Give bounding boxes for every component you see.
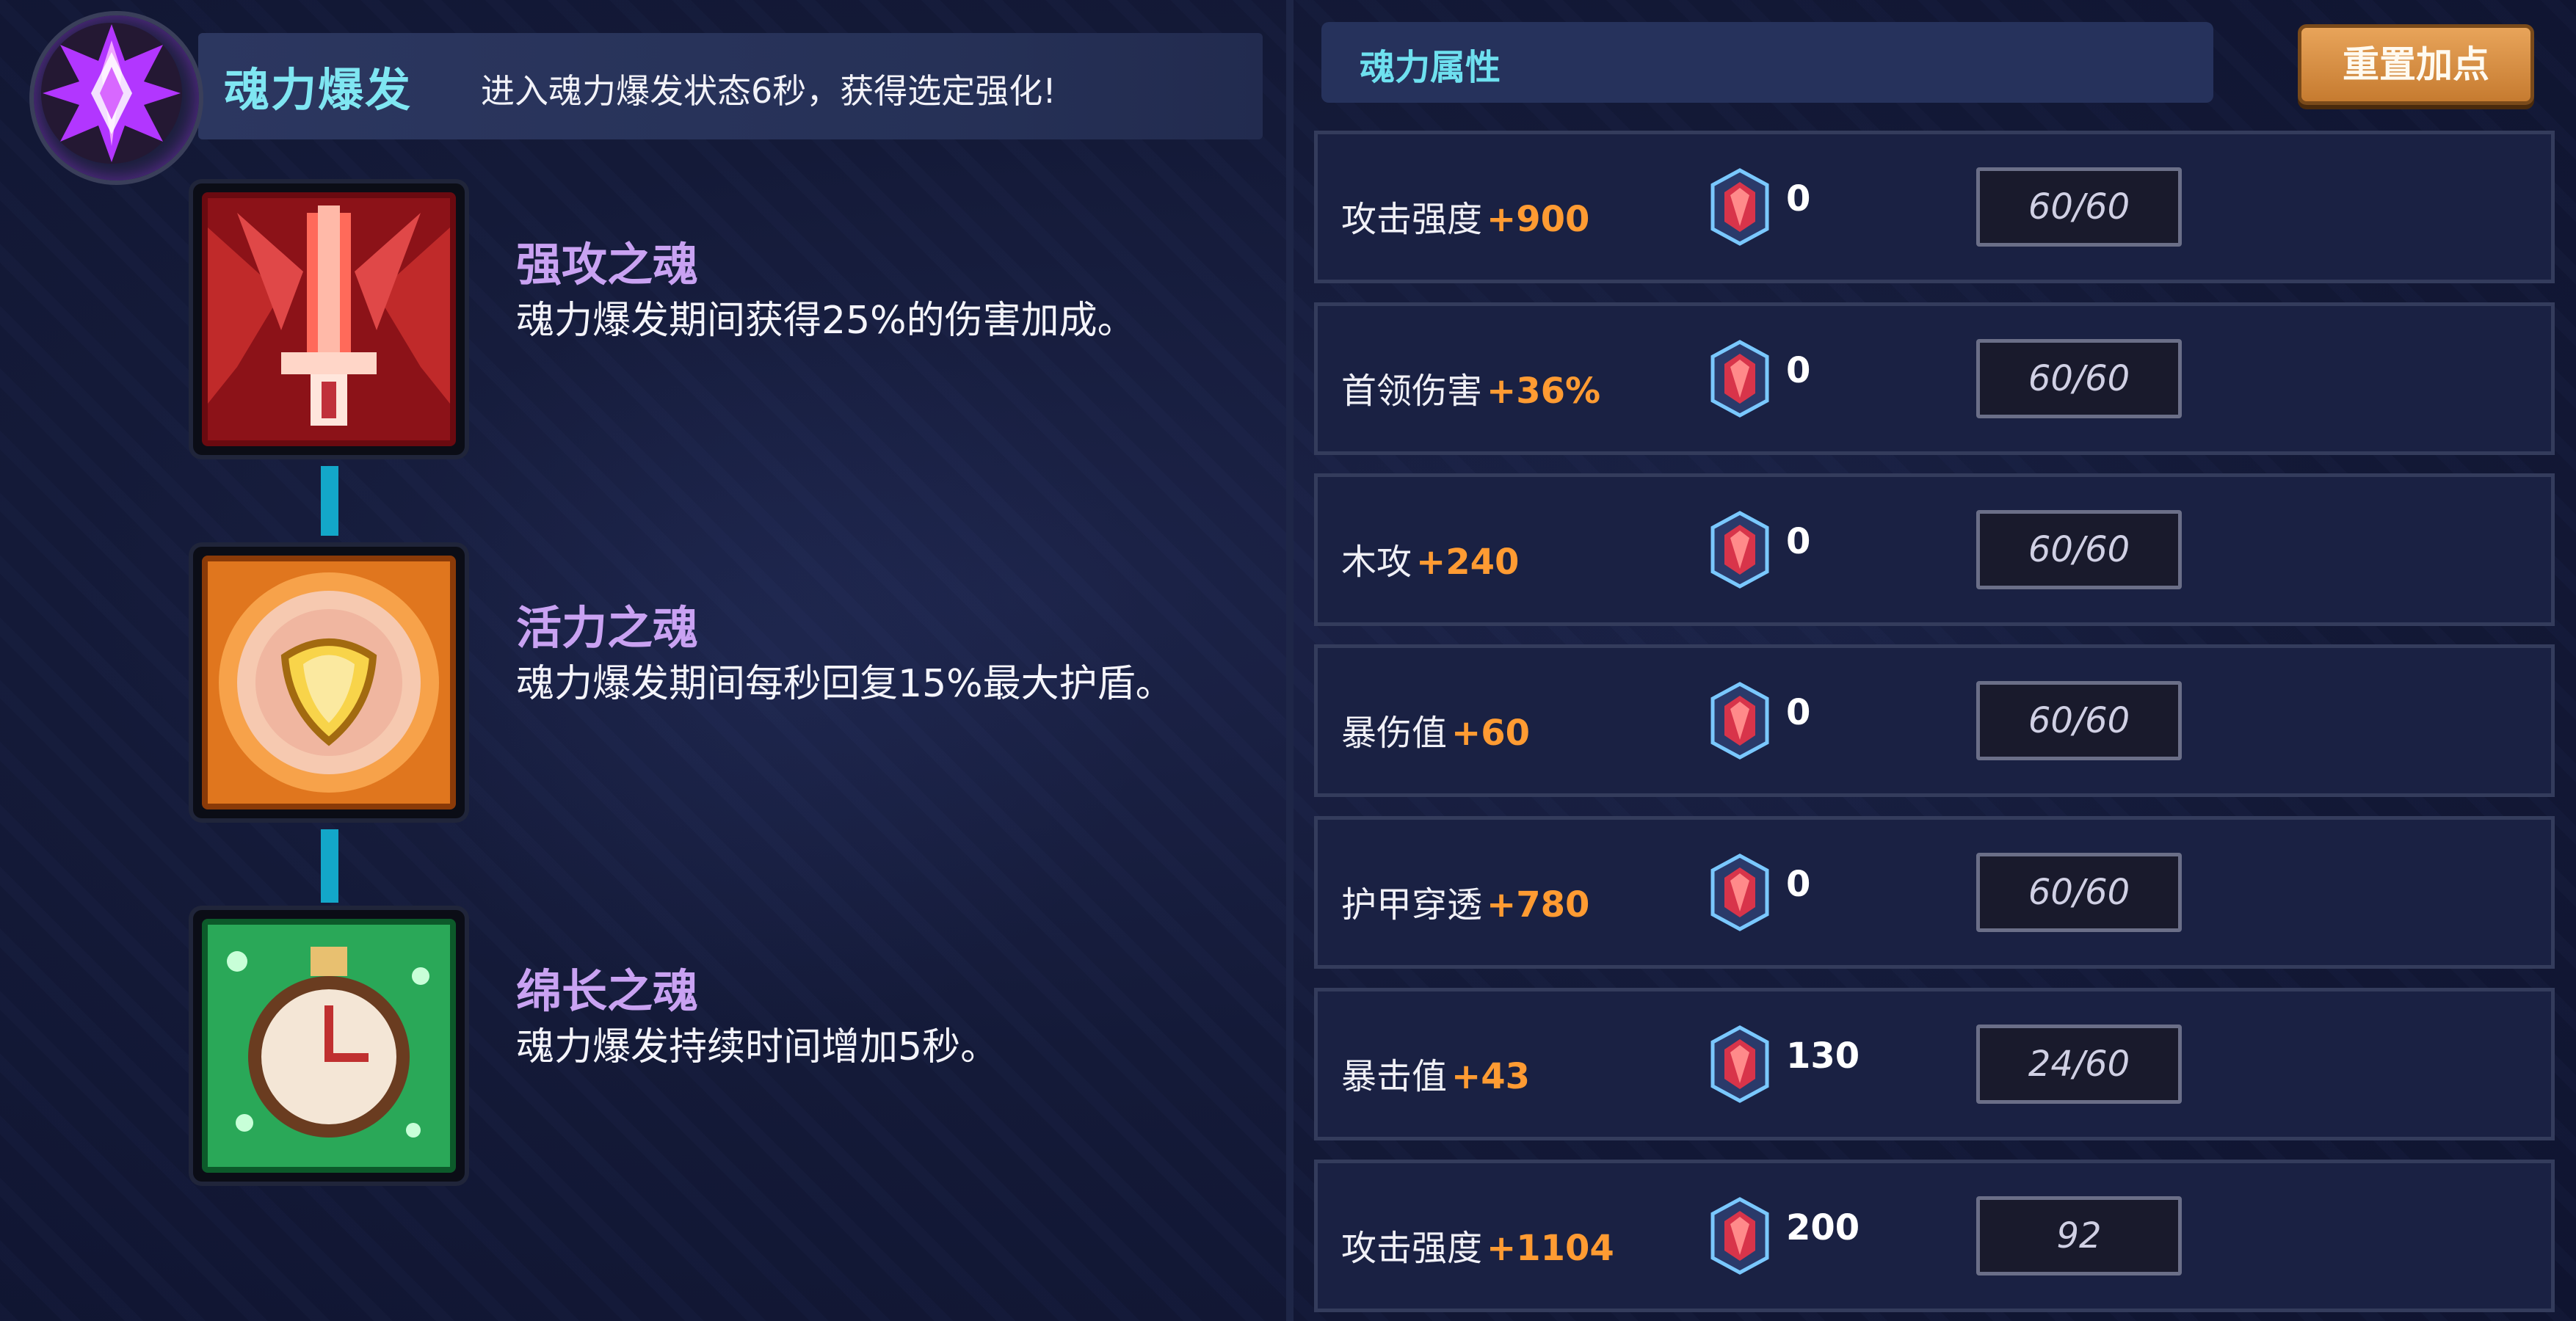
attribute-bonus: +60 (1451, 713, 1531, 754)
level-box[interactable]: 60/60 (1976, 853, 2182, 932)
gem-count: 200 (1786, 1207, 1860, 1248)
attribute-row-armor-penetration: 护甲穿透 +780 0 60/60 (1314, 816, 2555, 969)
skill-connector (321, 466, 338, 536)
red-sword-soul-icon (202, 192, 456, 446)
skill-desc-vitality-soul: 魂力爆发期间每秒回复15%最大护盾。 (516, 662, 1174, 706)
level-box[interactable]: 60/60 (1976, 167, 2182, 247)
attribute-label: 暴击值 +43 (1341, 1056, 1531, 1097)
attribute-label: 护甲穿透 +780 (1341, 884, 1590, 925)
level-box[interactable]: 60/60 (1976, 339, 2182, 418)
attribute-label: 攻击强度 +900 (1341, 199, 1590, 240)
soul-gem-icon (1707, 1196, 1773, 1275)
attribute-label: 木攻 +240 (1341, 542, 1520, 583)
skill-name-longevity-soul: 绵长之魂 (516, 964, 699, 1018)
gem-count: 130 (1786, 1036, 1860, 1077)
attribute-row-crit-value: 暴击值 +43 130 24/60 (1314, 988, 2555, 1140)
attribute-label: 攻击强度 +1104 (1341, 1228, 1614, 1269)
soul-attributes-title: 魂力属性 (1360, 47, 1501, 88)
attribute-row-boss-damage: 首领伤害 +36% 0 60/60 (1314, 302, 2555, 455)
skill-name-vitality-soul: 活力之魂 (516, 601, 699, 655)
attribute-row-attack-power-2: 攻击强度 +1104 200 92 (1314, 1160, 2555, 1312)
attribute-row-crit-damage: 暴伤值 +60 0 60/60 (1314, 644, 2555, 797)
level-box[interactable]: 60/60 (1976, 681, 2182, 760)
skill-desc-power-soul: 魂力爆发期间获得25%的伤害加成。 (516, 299, 1136, 343)
gem-count: 0 (1786, 521, 1811, 562)
skill-connector (321, 829, 338, 903)
attribute-bonus: +780 (1487, 884, 1590, 925)
reset-points-button[interactable]: 重置加点 (2298, 24, 2534, 105)
attribute-bonus: +240 (1416, 542, 1520, 583)
soul-gem-icon (1707, 681, 1773, 760)
attribute-label: 首领伤害 +36% (1341, 371, 1601, 412)
crystal-star-icon (41, 23, 182, 164)
gem-count: 0 (1786, 350, 1811, 391)
skill-icon-vitality-soul[interactable] (193, 547, 465, 818)
soul-gem-icon (1707, 167, 1773, 247)
attribute-row-attack-power: 攻击强度 +900 0 60/60 (1314, 131, 2555, 283)
soul-gem-icon (1707, 1025, 1773, 1104)
green-clock-soul-icon (202, 919, 456, 1173)
soul-burst-title: 魂力爆发 (224, 63, 413, 117)
orange-shield-soul-icon (202, 556, 456, 809)
attribute-label: 暴伤值 +60 (1341, 713, 1531, 754)
soul-gem-icon (1707, 339, 1773, 418)
level-box[interactable]: 60/60 (1976, 510, 2182, 589)
gem-count: 0 (1786, 178, 1811, 219)
skill-name-power-soul: 强攻之魂 (516, 238, 699, 291)
attribute-bonus: +900 (1487, 199, 1590, 240)
attribute-bonus: +1104 (1487, 1228, 1614, 1269)
soul-burst-description: 进入魂力爆发状态6秒，获得选定强化! (481, 71, 1056, 111)
skill-icon-power-soul[interactable] (193, 183, 465, 455)
attribute-bonus: +43 (1451, 1056, 1531, 1097)
skill-icon-longevity-soul[interactable] (193, 910, 465, 1182)
skill-desc-longevity-soul: 魂力爆发持续时间增加5秒。 (516, 1025, 999, 1069)
attribute-bonus: +36% (1487, 371, 1601, 412)
level-box[interactable]: 92 (1976, 1196, 2182, 1275)
gem-count: 0 (1786, 864, 1811, 905)
attribute-row-wood-attack: 木攻 +240 0 60/60 (1314, 473, 2555, 626)
soul-burst-panel: 魂力爆发 进入魂力爆发状态6秒，获得选定强化! 强攻之魂 魂力爆发期间获得25%… (0, 0, 1281, 1321)
soul-gem-icon (1707, 510, 1773, 589)
gem-count: 0 (1786, 692, 1811, 733)
level-box[interactable]: 24/60 (1976, 1025, 2182, 1104)
panel-divider (1286, 0, 1294, 1321)
soul-gem-icon (1707, 853, 1773, 932)
soul-burst-emblem (29, 11, 203, 185)
